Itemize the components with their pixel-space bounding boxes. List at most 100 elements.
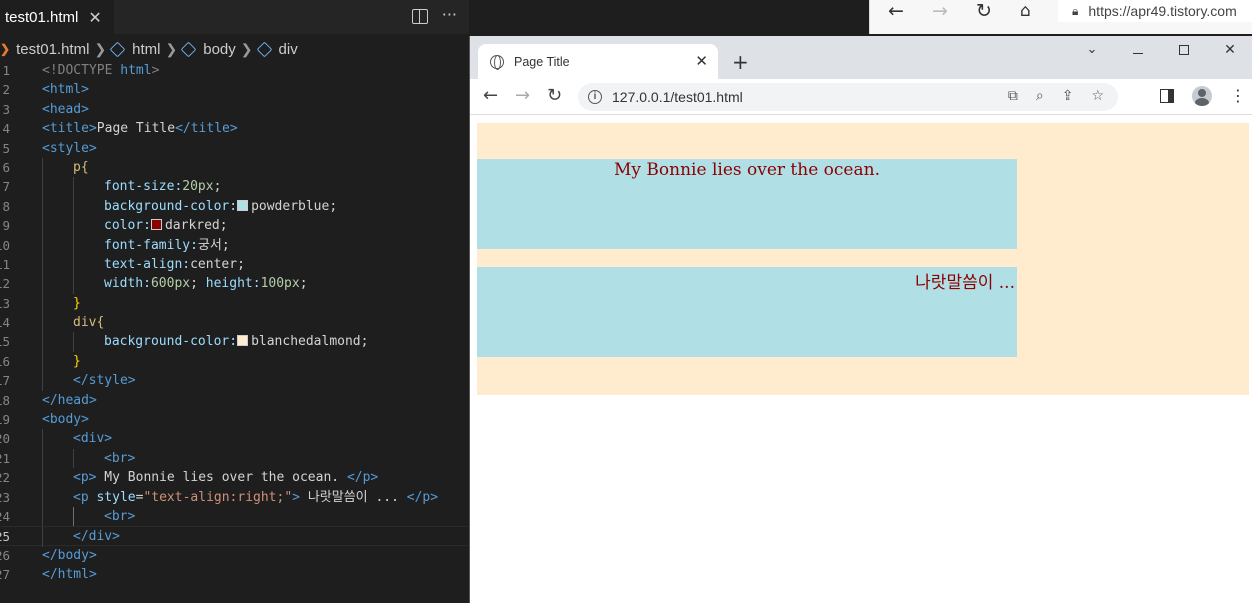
rendered-div: My Bonnie lies over the ocean. 나랏말씀이 ... [477,123,1249,395]
breadcrumb-body[interactable]: body [180,40,236,58]
outer-url-text: https://apr49.tistory.com [1088,3,1237,19]
code-token: p{ [73,159,89,175]
code-token: <p> [73,470,97,486]
code-token: "text-align:right;" [143,489,293,505]
code-line: 24 <br> [0,506,469,527]
line-number: 26 [0,547,10,563]
star-icon[interactable]: ☆ [1091,88,1104,104]
line-number: 11 [0,256,10,272]
code-token: background-color: [104,198,238,214]
code-area[interactable]: 1 <!DOCTYPE html> 2 <html> 3 <head> 4 <title… [0,61,469,585]
back-arrow-icon[interactable]: ← [888,0,904,22]
forward-arrow-icon[interactable]: → [932,0,948,22]
new-tab-icon[interactable]: + [732,50,749,74]
minimize-button[interactable] [1115,36,1161,66]
translate-icon[interactable]: ⧉ [1008,88,1018,104]
maximize-button[interactable] [1161,36,1207,66]
code-line: 1 <!DOCTYPE html> [0,61,469,80]
code-token: height: [197,276,261,292]
code-token: font-size: [104,179,183,195]
chevron-right-icon: ❯ [94,40,107,57]
profile-avatar[interactable] [1192,86,1212,106]
color-swatch[interactable] [150,219,162,231]
browser-tab-page-title[interactable]: Page Title ✕ [478,44,718,79]
code-line: 2 <html> [0,80,469,99]
breadcrumb-html-label: html [132,40,161,58]
address-bar[interactable]: i 127.0.0.1/test01.html ⧉ ⌕ ⇪ ☆ [578,83,1118,111]
breadcrumb-body-label: body [203,40,236,58]
split-editor-icon[interactable] [411,9,428,24]
line-number: 8 [2,198,10,214]
share-icon[interactable]: ⇪ [1062,88,1074,104]
forward-arrow-icon[interactable]: → [515,85,530,106]
breadcrumb-div[interactable]: div [256,40,298,58]
line-number: 14 [0,315,10,331]
code-line: 5 <style> [0,139,469,158]
outer-address-bar[interactable]: 🔒︎ https://apr49.tistory.com [1058,0,1252,22]
code-line: 16} [0,351,469,372]
breadcrumb-file[interactable]: ❯ test01.html [0,41,89,58]
more-menu-icon[interactable]: ⋮ [1230,88,1246,104]
code-token: color: [104,218,151,234]
code-line: 4 <title>Page Title</title> [0,119,469,138]
line-number: 21 [0,450,10,466]
url-text: 127.0.0.1/test01.html [612,89,743,105]
browser-tab-strip: Page Title ✕ + ⌄ ✕ [470,36,1252,79]
code-token: </body> [42,547,97,563]
code-token: <br> [104,450,136,466]
element-icon [180,41,197,57]
code-line: 20 <div> [0,429,469,449]
info-icon[interactable]: i [588,90,602,104]
breadcrumb-div-label: div [278,40,298,58]
code-line: 23<p style="text-align:right;"> 나랏말씀이 ..… [0,487,469,507]
code-token: <style> [42,140,97,156]
code-token: font-family: [104,237,198,253]
code-line: 10font-family:궁서; [0,235,469,255]
code-line: 21 <br> [0,448,469,469]
code-line: 9 color: darkred; [0,216,469,236]
code-editor[interactable]: test01.html ✕ ··· ❯ test01.html ❯ html ❯… [0,0,469,603]
close-window-button[interactable]: ✕ [1207,36,1252,66]
code-token: 궁서 [197,237,222,253]
code-token: <body> [42,412,89,428]
code-line: 27 </html> [0,565,469,584]
back-arrow-icon[interactable]: ← [483,85,498,106]
home-icon[interactable]: ⌂ [1020,0,1031,22]
code-token: </html> [42,567,97,583]
globe-icon [490,54,504,70]
breadcrumb: ❯ test01.html ❯ html ❯ body ❯ div [0,38,298,60]
code-token: 100px [260,276,300,292]
code-token: <title> [42,121,97,137]
code-token: style [96,489,136,505]
code-line: 3 <head> [0,100,469,119]
code-token: 20px [182,179,214,195]
lock-icon: 🔒︎ [1072,3,1079,18]
code-token: powderblue [251,198,330,214]
line-number: 3 [2,101,10,117]
color-swatch[interactable] [237,335,249,347]
line-number: 10 [0,237,10,253]
color-swatch[interactable] [237,199,249,211]
close-icon[interactable]: ✕ [88,8,101,27]
code-token: } [73,353,81,369]
editor-tab-label: test01.html [5,8,79,26]
code-line: 11text-align:center; [0,254,469,275]
code-token: <!DOCTYPE [42,63,121,78]
toolbar-right-icons: ⋮ [1160,86,1246,106]
editor-tab-test01[interactable]: test01.html ✕ [0,0,114,34]
line-number: 24 [0,508,10,524]
line-number: 16 [0,353,10,369]
refresh-icon[interactable]: ↻ [976,0,992,22]
refresh-icon[interactable]: ↻ [547,85,562,106]
code-token: </title> [175,121,238,137]
code-line: 13} [0,293,469,314]
code-line: 19 <body> [0,410,469,429]
zoom-icon[interactable]: ⌕ [1036,88,1044,104]
close-tab-icon[interactable]: ✕ [695,52,708,70]
tab-search-chevron-icon[interactable]: ⌄ [1069,36,1115,66]
line-number: 13 [0,295,10,311]
breadcrumb-html[interactable]: html [109,40,161,58]
more-actions-icon[interactable]: ··· [442,5,457,24]
side-panel-icon[interactable] [1160,89,1174,103]
line-number: 15 [0,334,10,350]
